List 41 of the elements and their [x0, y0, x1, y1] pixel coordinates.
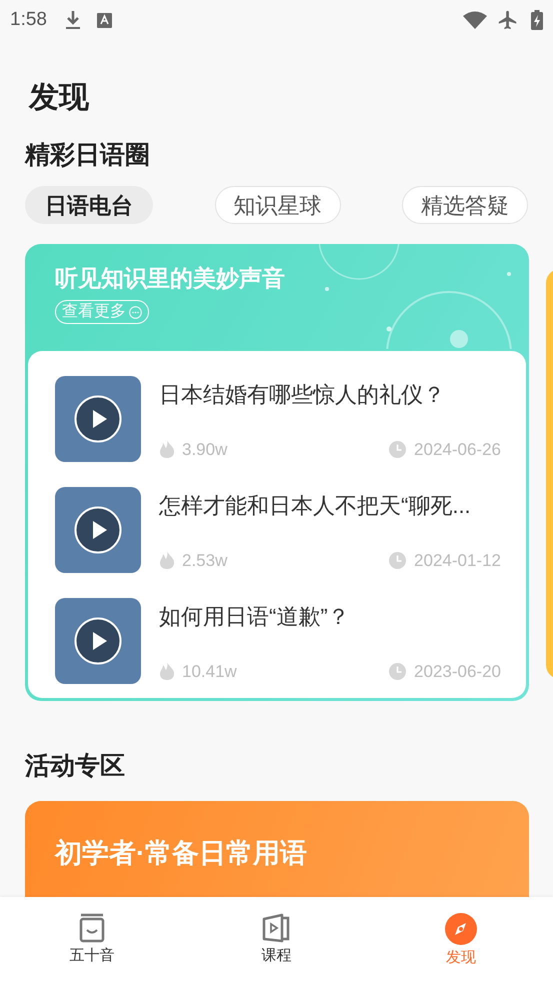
nav-tab[interactable]: 课程: [184, 913, 369, 968]
episode-title: 如何用日语“道歉”？: [159, 603, 351, 631]
publish-date: 2023-06-20: [414, 660, 501, 682]
flame-icon: [159, 662, 175, 680]
tray-icon: [78, 913, 106, 943]
section-title: 活动专区: [25, 751, 125, 782]
wifi-icon: [463, 11, 487, 29]
section-title: 精彩日语圈: [25, 140, 150, 171]
view-count: 2.53w: [182, 550, 228, 572]
banner-title: 初学者·常备日常用语: [55, 838, 307, 868]
episode-item[interactable]: 怎样才能和日本人不把天“聊死... 2.53w 2024-01-12: [55, 487, 499, 573]
clock-icon: [389, 440, 406, 458]
keyboard-a-icon: [96, 12, 112, 28]
battery-charging-icon: [531, 10, 543, 30]
episode-item[interactable]: 日本结婚有哪些惊人的礼仪？ 3.90w 2024-06-26: [55, 376, 499, 462]
publish-date: 2024-01-12: [414, 550, 501, 572]
status-time: 1:58: [10, 8, 47, 32]
tab[interactable]: 精选答疑: [402, 186, 528, 224]
video-book-icon: [261, 913, 292, 943]
episode-title: 怎样才能和日本人不把天“聊死...: [159, 492, 472, 520]
view-count: 3.90w: [182, 438, 228, 460]
card-title: 听见知识里的美妙声音: [55, 264, 285, 293]
play-icon: [74, 395, 122, 443]
publish-date: 2024-06-26: [414, 438, 501, 460]
compass-icon: [444, 913, 477, 945]
episode-item[interactable]: 如何用日语“道歉”？ 10.41w 2023-06-20: [55, 598, 499, 684]
more-icon: [129, 306, 142, 318]
tab[interactable]: 日语电台: [25, 186, 153, 224]
play-icon: [74, 617, 122, 665]
download-icon: [64, 10, 81, 30]
tab[interactable]: 知识星球: [214, 186, 340, 224]
clock-icon: [389, 552, 406, 569]
view-count: 10.41w: [182, 660, 237, 682]
flame-icon: [159, 440, 175, 458]
episode-title: 日本结婚有哪些惊人的礼仪？: [159, 381, 446, 409]
airplane-icon: [497, 9, 519, 31]
play-icon: [74, 506, 122, 554]
clock-icon: [389, 662, 406, 680]
nav-tab[interactable]: 五十音: [0, 913, 184, 968]
flame-icon: [159, 551, 175, 570]
page-title: 发现: [29, 80, 89, 116]
